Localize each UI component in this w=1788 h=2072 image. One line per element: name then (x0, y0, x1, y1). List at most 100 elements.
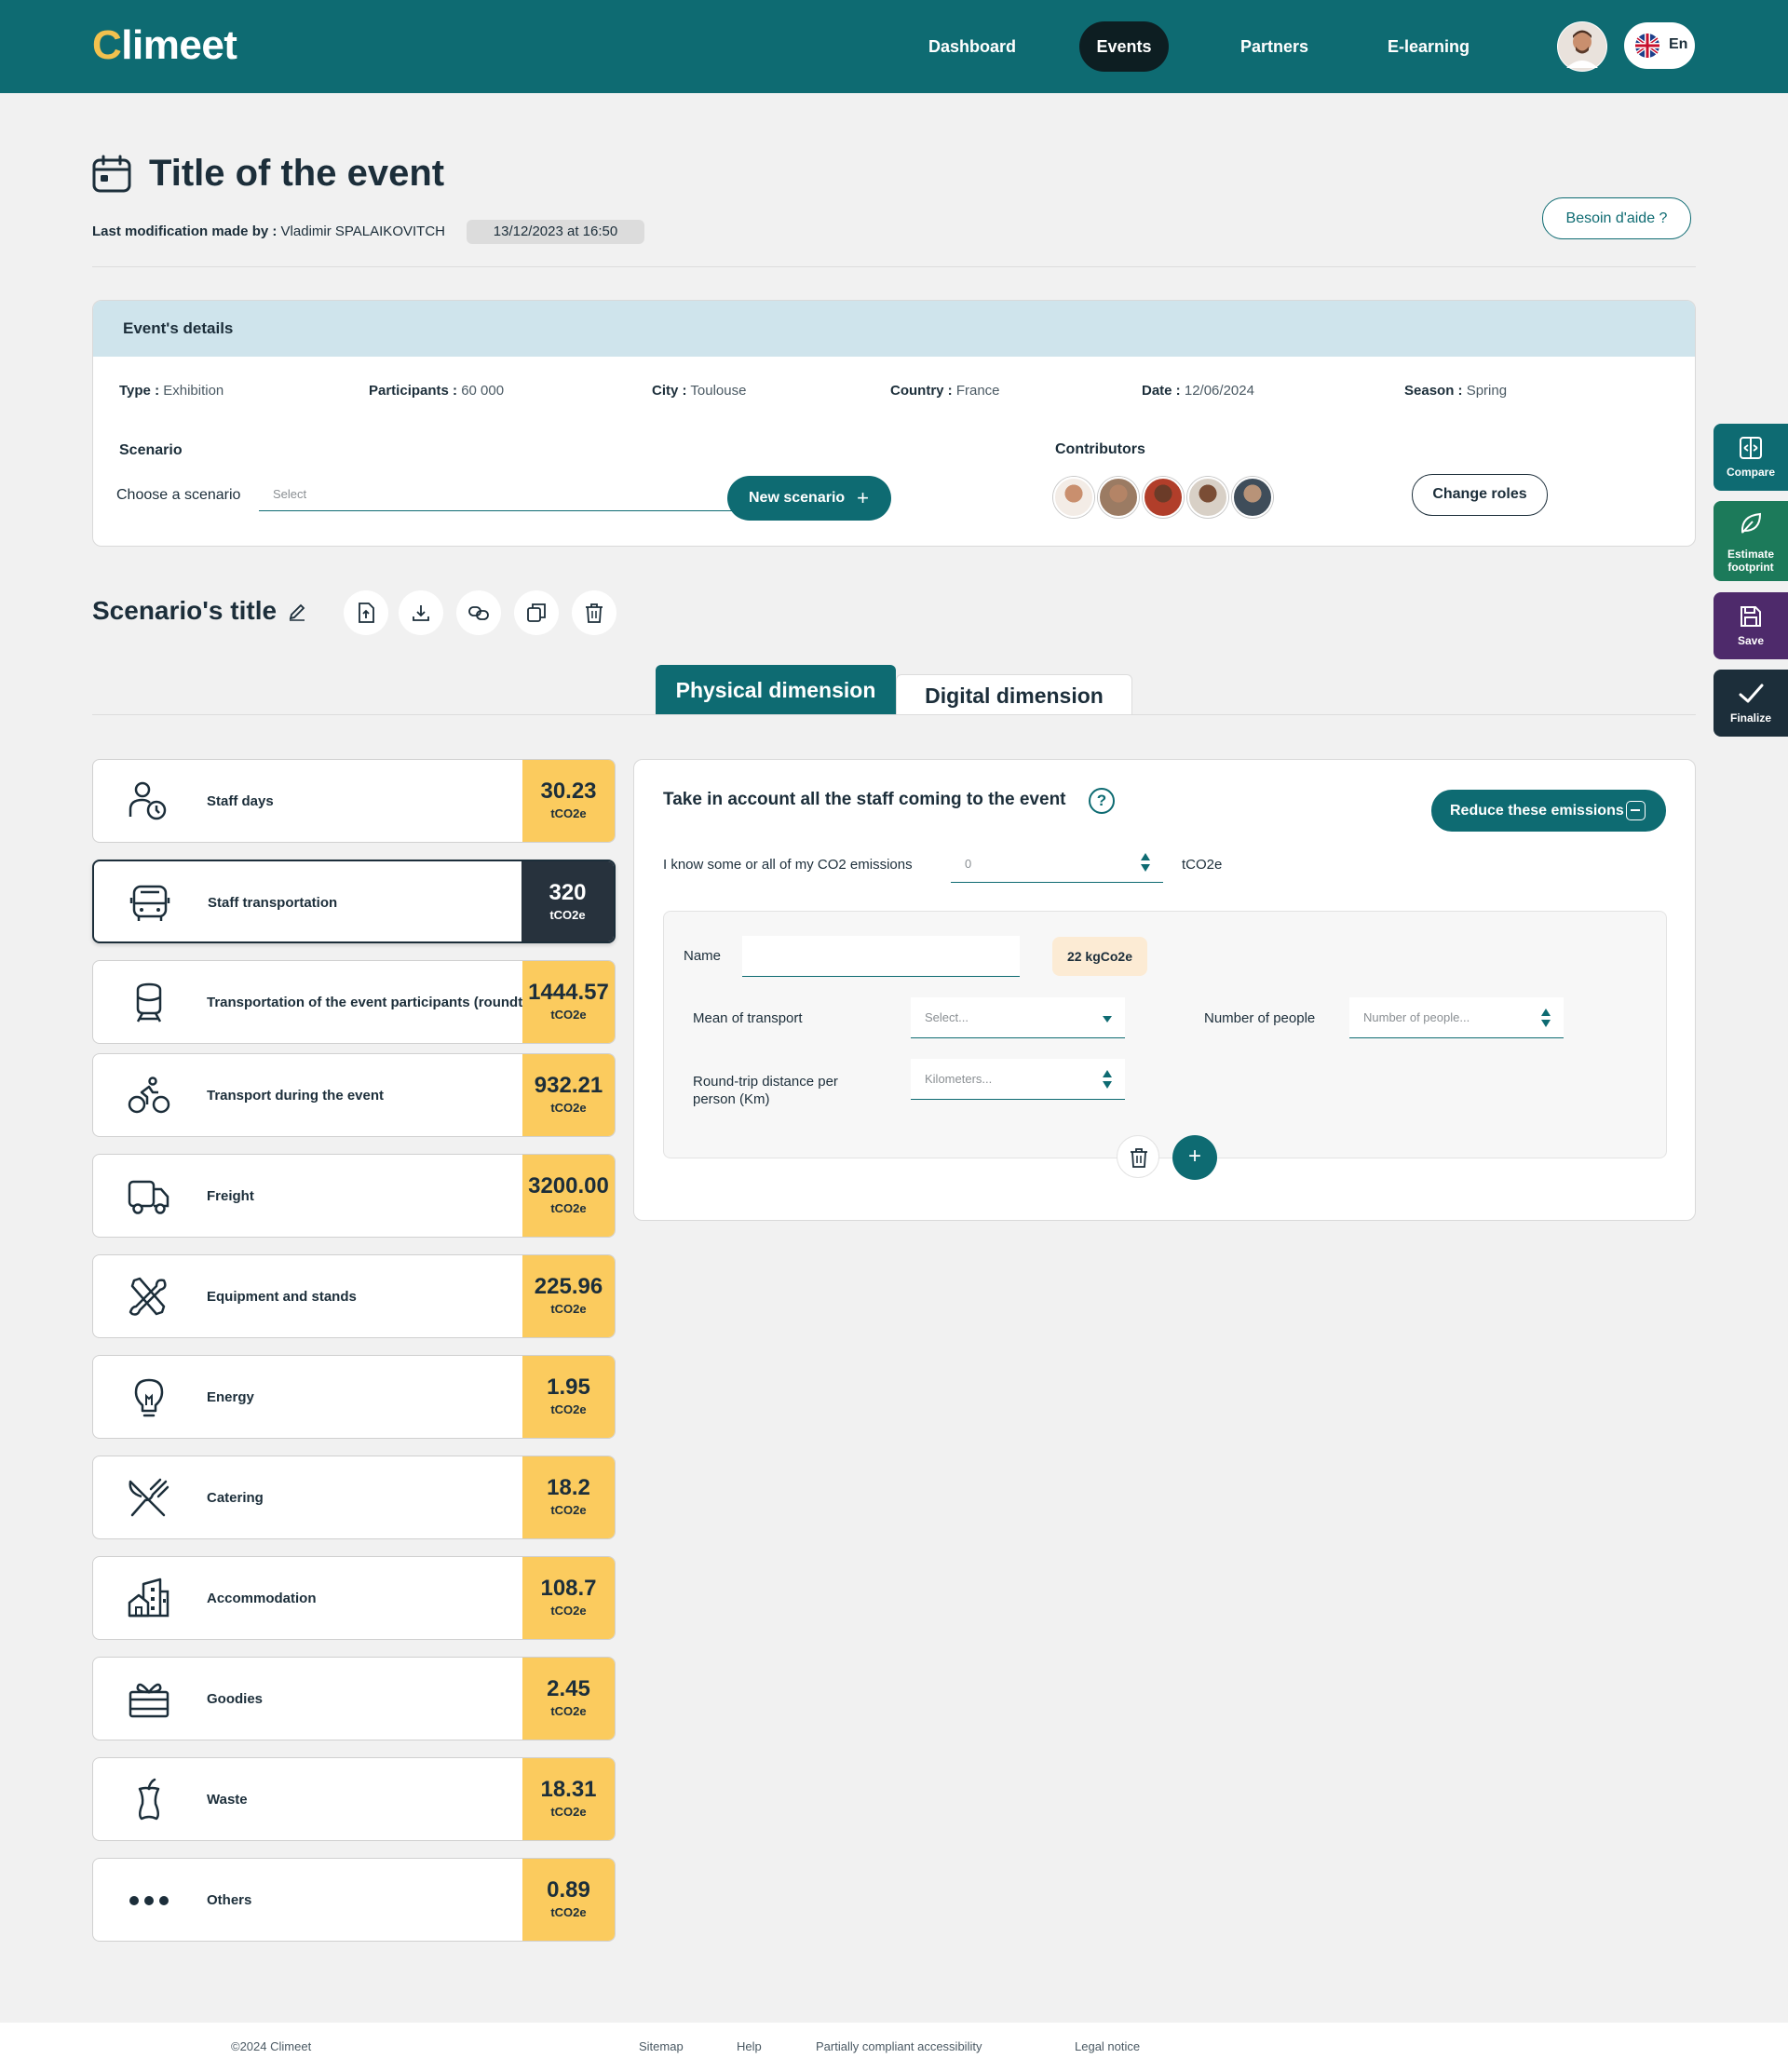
category-staff-days[interactable]: Staff days 30.23 tCO2e (92, 759, 616, 843)
delete-scenario-button[interactable] (572, 590, 616, 635)
contributor-avatar[interactable] (1187, 477, 1228, 518)
footer-link-legal[interactable]: Legal notice (1075, 2039, 1140, 2053)
user-avatar-icon (1558, 22, 1606, 71)
nav-events[interactable]: Events (1079, 21, 1169, 72)
category-goodies[interactable]: Goodies 2.45 tCO2e (92, 1657, 616, 1740)
minus-square-icon (1626, 801, 1646, 820)
pencil-icon[interactable] (288, 603, 306, 621)
meta-value: Spring (1466, 383, 1508, 399)
meta-key: Country : (890, 383, 953, 399)
known-emissions-input[interactable]: 0 (951, 842, 1163, 883)
category-value: 108.7 (540, 1576, 597, 1601)
reduce-emissions-button[interactable]: Reduce these emissions (1431, 790, 1666, 832)
user-avatar[interactable] (1557, 21, 1607, 72)
help-button[interactable]: Besoin d'aide ? (1542, 197, 1691, 239)
panel-title: Take in account all the staff coming to … (663, 790, 1066, 809)
category-value: 320 (549, 880, 587, 905)
delete-entry-button[interactable] (1117, 1135, 1159, 1178)
compare-icon (1740, 437, 1762, 459)
contributor-avatar[interactable] (1232, 477, 1273, 518)
meta-value: Toulouse (690, 383, 747, 399)
bike-icon (128, 1077, 170, 1114)
gift-icon (129, 1683, 169, 1718)
compare-button[interactable]: Compare (1714, 424, 1788, 491)
last-modification: Last modification made by : Vladimir SPA… (92, 223, 445, 239)
category-value: 18.2 (547, 1475, 590, 1500)
category-unit: tCO2e (550, 1704, 587, 1718)
meta-participants: Participants : 60 000 (369, 383, 504, 399)
export-button[interactable] (344, 590, 388, 635)
category-unit: tCO2e (550, 1201, 587, 1215)
category-catering[interactable]: Catering 18.2 tCO2e (92, 1456, 616, 1539)
language-switcher[interactable]: En (1624, 22, 1695, 69)
nav-elearning[interactable]: E-learning (1369, 21, 1488, 72)
footer-link-sitemap[interactable]: Sitemap (639, 2039, 684, 2053)
tab-digital-dimension[interactable]: Digital dimension (896, 674, 1132, 715)
estimate-footprint-button[interactable]: Estimate footprint (1714, 501, 1788, 581)
meta-country: Country : France (890, 383, 1000, 399)
stepper-arrows-icon[interactable] (1141, 853, 1150, 875)
distance-input[interactable]: Kilometers... (911, 1059, 1125, 1100)
stepper-arrows-icon[interactable] (1541, 1009, 1551, 1031)
meta-key: Type : (119, 383, 160, 399)
category-value-box: 18.2 tCO2e (522, 1456, 615, 1538)
tab-physical-dimension[interactable]: Physical dimension (656, 665, 896, 715)
category-equipment-stands[interactable]: Equipment and stands 225.96 tCO2e (92, 1254, 616, 1338)
contributor-avatar[interactable] (1143, 477, 1184, 518)
help-circle-icon[interactable]: ? (1089, 788, 1115, 814)
change-roles-button[interactable]: Change roles (1412, 474, 1548, 516)
category-value: 1444.57 (528, 980, 609, 1005)
bus-icon (129, 885, 170, 921)
category-value-box: 30.23 tCO2e (522, 760, 615, 842)
meta-key: Participants : (369, 383, 458, 399)
link-button[interactable] (456, 590, 501, 635)
scenario-title-text: Scenario's title (92, 596, 278, 625)
plus-icon: + (857, 486, 869, 509)
finalize-button[interactable]: Finalize (1714, 670, 1788, 737)
category-value: 3200.00 (528, 1173, 609, 1199)
distance-label: Round-trip distance per person (Km) (693, 1074, 838, 1107)
footer: ©2024 Climeet Sitemap Help Partially com… (0, 2023, 1788, 2072)
leaf-icon (1741, 512, 1762, 534)
category-others[interactable]: Others 0.89 tCO2e (92, 1858, 616, 1942)
scenario-select[interactable]: Select (259, 474, 797, 511)
contributor-avatar[interactable] (1098, 477, 1139, 518)
category-value: 18.31 (540, 1777, 597, 1802)
last-mod-label: Last modification made by : (92, 223, 278, 239)
download-button[interactable] (399, 590, 443, 635)
add-entry-button[interactable]: + (1172, 1135, 1217, 1180)
nav-partners[interactable]: Partners (1222, 21, 1327, 72)
tabs-divider (92, 714, 1696, 715)
meta-value: 12/06/2024 (1184, 383, 1254, 399)
category-freight[interactable]: Freight 3200.00 tCO2e (92, 1154, 616, 1238)
category-unit: tCO2e (550, 1503, 587, 1517)
category-staff-transportation[interactable]: Staff transportation 320 tCO2e (92, 860, 616, 943)
category-accommodation[interactable]: Accommodation 108.7 tCO2e (92, 1556, 616, 1640)
name-input[interactable] (742, 936, 1020, 977)
trash-icon (1131, 1148, 1147, 1168)
new-scenario-button[interactable]: New scenario + (727, 476, 891, 521)
event-details-header: Event's details (93, 301, 1695, 357)
category-value-box: 0.89 tCO2e (522, 1859, 615, 1941)
meta-type: Type : Exhibition (119, 383, 224, 399)
duplicate-button[interactable] (514, 590, 559, 635)
people-input[interactable]: Number of people... (1349, 997, 1564, 1038)
contributor-avatar[interactable] (1053, 477, 1094, 518)
category-waste[interactable]: Waste 18.31 tCO2e (92, 1757, 616, 1841)
apple-core-icon (138, 1778, 160, 1821)
stepper-arrows-icon[interactable] (1103, 1070, 1112, 1092)
category-transport-during-event[interactable]: Transport during the event 932.21 tCO2e (92, 1053, 616, 1137)
people-placeholder: Number of people... (1363, 1010, 1470, 1024)
category-energy[interactable]: Energy 1.95 tCO2e (92, 1355, 616, 1439)
language-label: En (1669, 36, 1688, 52)
meta-key: Season : (1404, 383, 1463, 399)
footer-link-help[interactable]: Help (737, 2039, 762, 2053)
category-participants-transportation[interactable]: Transportation of the event participants… (92, 960, 616, 1044)
category-value-box: 3200.00 tCO2e (522, 1155, 615, 1237)
save-button[interactable]: Save (1714, 592, 1788, 659)
climeet-logo[interactable]: Climeet (92, 22, 237, 69)
nav-dashboard[interactable]: Dashboard (910, 21, 1035, 72)
footer-link-accessibility[interactable]: Partially compliant accessibility (816, 2039, 982, 2053)
meta-value: France (955, 383, 1000, 399)
transport-select[interactable]: Select... (911, 997, 1125, 1038)
